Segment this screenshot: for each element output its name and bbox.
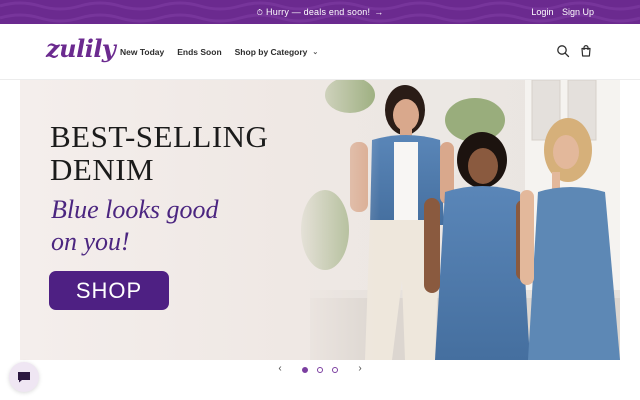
cart-icon[interactable]: [579, 44, 593, 58]
signup-link[interactable]: Sign Up: [562, 7, 594, 17]
nav-new-today-label: New Today: [120, 47, 165, 57]
slider-dot-1[interactable]: [302, 367, 308, 373]
nav-ends-soon[interactable]: Ends Soon: [177, 47, 221, 57]
clock-icon: ⏱: [256, 8, 264, 17]
account-links: Login Sign Up: [525, 0, 594, 24]
hero-title-line1: BEST-SELLING: [50, 119, 269, 154]
hero-banner: BEST-SELLING DENIM Blue looks good on yo…: [20, 80, 620, 360]
site-header: zulily New Today Ends Soon Shop by Categ…: [0, 24, 640, 80]
slider-controls: ‹ ›: [270, 362, 370, 378]
shop-button[interactable]: SHOP: [49, 271, 169, 310]
login-link[interactable]: Login: [531, 7, 553, 17]
announcement-bar: ⏱ Hurry — deals end soon! → Login Sign Up: [0, 0, 640, 24]
nav-shop-by-category[interactable]: Shop by Category ⌄: [235, 47, 319, 57]
chat-bubble-icon: [18, 372, 30, 383]
announcement-text: Hurry — deals end soon!: [266, 7, 371, 17]
chevron-right-icon[interactable]: ›: [354, 363, 366, 374]
nav-new-today[interactable]: New Today: [120, 47, 164, 57]
hero-title: BEST-SELLING DENIM: [50, 120, 268, 186]
search-icon[interactable]: [556, 44, 570, 58]
hero-subtitle-line1: Blue looks good: [51, 195, 219, 224]
chevron-left-icon[interactable]: ‹: [274, 363, 286, 374]
slider-dot-3[interactable]: [332, 367, 338, 373]
chevron-down-icon: ⌄: [312, 49, 319, 56]
nav-ends-soon-label: Ends Soon: [177, 47, 222, 57]
nav-shop-by-category-label: Shop by Category: [234, 47, 308, 57]
zulily-logo[interactable]: zulily: [46, 34, 116, 63]
hero-title-line2: DENIM: [50, 152, 155, 187]
hero-subtitle: Blue looks good on you!: [51, 194, 219, 258]
hero-subtitle-line2: on you!: [51, 227, 130, 256]
slider-dot-2[interactable]: [317, 367, 323, 373]
chat-button[interactable]: [9, 362, 39, 392]
arrow-right-icon: →: [374, 7, 384, 17]
main-nav: New Today Ends Soon Shop by Category ⌄: [120, 24, 318, 80]
